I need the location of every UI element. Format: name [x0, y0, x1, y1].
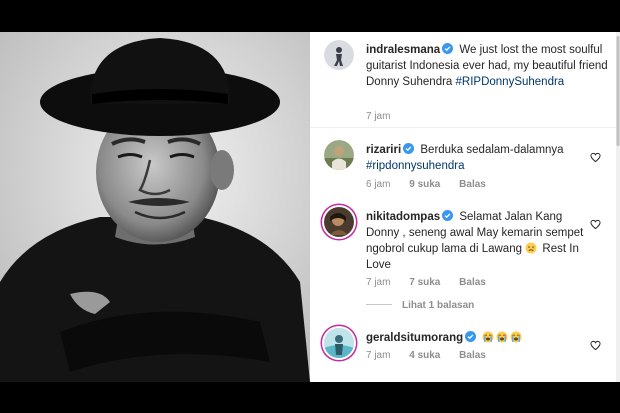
loudly-crying-face-emoji: [510, 331, 522, 343]
timestamp[interactable]: 7 jam: [366, 277, 390, 288]
comment-meta: 7 jam 7 suka Balas: [366, 277, 502, 288]
comment-body: Berduka sedalam-dalamnya: [420, 144, 564, 156]
caption-separator: [310, 127, 620, 128]
comment-meta: 7 jam 4 suka Balas: [366, 350, 502, 361]
username[interactable]: geraldsitumorang: [366, 332, 463, 344]
portrait-photo: [0, 32, 310, 382]
heart-icon[interactable]: [590, 340, 601, 351]
avatar[interactable]: [324, 140, 354, 170]
verified-badge-icon: [442, 43, 454, 54]
reply-button[interactable]: Balas: [459, 350, 486, 361]
hashtag-link[interactable]: #ripdonnysuhendra: [366, 160, 464, 172]
comment-text: geraldsitumorang: [366, 330, 596, 346]
loudly-crying-face-emoji: [482, 331, 494, 343]
screenshot-frame: indralesmana We just lost the most soulf…: [0, 32, 620, 382]
reply-button[interactable]: Balas: [459, 179, 486, 190]
portrait-illustration: [0, 32, 310, 382]
view-replies-label: Lihat 1 balasan: [402, 300, 475, 311]
username[interactable]: indralesmana: [366, 44, 440, 56]
replies-line: [366, 304, 392, 305]
timestamp[interactable]: 6 jam: [366, 179, 390, 190]
loudly-crying-face-emoji: [496, 331, 508, 343]
avatar-nikitadompas: [324, 207, 354, 237]
timestamp[interactable]: 7 jam: [366, 350, 390, 361]
scrollbar[interactable]: [616, 32, 620, 382]
reply-button[interactable]: Balas: [459, 277, 486, 288]
like-count[interactable]: 9 suka: [409, 179, 440, 190]
timestamp[interactable]: 7 jam: [366, 111, 390, 122]
comments-panel[interactable]: indralesmana We just lost the most soulf…: [310, 32, 620, 382]
verified-badge-icon: [442, 210, 454, 221]
avatar-indralesmana: [324, 40, 354, 70]
verified-badge-icon: [465, 331, 477, 342]
comment-text: rizariri Berduka sedalam-dalamnya #ripdo…: [366, 142, 596, 174]
view-replies-link[interactable]: Lihat 1 balasan: [366, 300, 474, 311]
post-meta: 7 jam: [366, 111, 406, 122]
heart-icon[interactable]: [590, 152, 601, 163]
like-count[interactable]: 7 suka: [409, 277, 440, 288]
like-count[interactable]: 4 suka: [409, 350, 440, 361]
hashtag-link[interactable]: #RIPDonnySuhendra: [456, 76, 565, 88]
avatar-geraldsitumorang: [324, 328, 354, 358]
username[interactable]: rizariri: [366, 144, 401, 156]
avatar-rizariri: [324, 140, 354, 170]
avatar[interactable]: [324, 207, 354, 237]
caption-text: indralesmana We just lost the most soulf…: [366, 42, 611, 90]
heart-icon[interactable]: [590, 219, 601, 230]
sad-face-emoji: [525, 242, 537, 254]
comment-meta: 6 jam 9 suka Balas: [366, 179, 502, 190]
verified-badge-icon: [403, 143, 415, 154]
avatar[interactable]: [324, 328, 354, 358]
comment-text: nikitadompas Selamat Jalan Kang Donny , …: [366, 209, 596, 273]
avatar[interactable]: [324, 40, 354, 70]
username[interactable]: nikitadompas: [366, 211, 440, 223]
